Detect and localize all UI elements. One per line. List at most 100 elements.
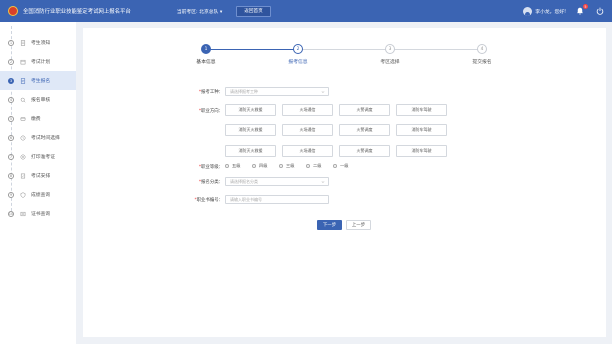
step-circle: 1 <box>201 44 211 54</box>
direction-option-button[interactable]: 火警调度 <box>339 124 390 136</box>
job-type-label: *报考工种： <box>198 90 223 95</box>
step-number: 3 <box>8 77 14 84</box>
score-icon <box>20 191 26 198</box>
direction-option-button[interactable]: 火警调度 <box>339 104 390 116</box>
calendar-icon <box>20 59 26 65</box>
review-icon <box>20 97 26 103</box>
clock-icon <box>20 135 26 141</box>
progress-step: 2 报考信息 <box>268 44 328 65</box>
step-number: 1 <box>8 39 14 46</box>
direction-option-button[interactable]: 火场通信 <box>282 124 333 136</box>
level-label-text: 三级 <box>286 163 295 168</box>
radio-circle-icon <box>279 164 283 168</box>
header-user-area: 李小龙，您好! 5 <box>523 0 604 22</box>
radio-circle-icon <box>252 164 256 168</box>
app-title: 全国消防行业职业技能鉴定考试网上报名平台 <box>23 9 131 15</box>
sidebar-item[interactable]: 2 考试计划 <box>0 52 76 71</box>
direction-option-button[interactable]: 火警调度 <box>339 145 390 157</box>
sidebar-item[interactable]: 6 考试时间选择 <box>0 128 76 147</box>
direction-option-button[interactable]: 消防车驾驶 <box>396 124 447 136</box>
level-label: *职业等级： <box>198 165 223 170</box>
sidebar-item[interactable]: 8 考试安排 <box>0 166 76 185</box>
direction-option-button[interactable]: 消防车驾驶 <box>396 104 447 116</box>
exam-site-selector[interactable]: 当前考区: 北京总队 ▾ <box>177 8 222 15</box>
radio-circle-icon <box>333 164 337 168</box>
direction-option-button[interactable]: 火场通信 <box>282 145 333 157</box>
step-number: 6 <box>8 134 14 141</box>
sidebar-item[interactable]: 5 缴费 <box>0 109 76 128</box>
chevron-down-icon <box>321 180 325 184</box>
direction-option-button[interactable]: 消防灭火救援 <box>225 124 276 136</box>
apply-type-select[interactable]: 请选择报名分类 <box>225 177 329 186</box>
sidebar-item-label: 报名审核 <box>31 98 51 103</box>
step-label: 提交报名 <box>472 60 492 65</box>
level-radio-option[interactable]: 四级 <box>252 163 267 169</box>
sidebar-item[interactable]: 4 报名审核 <box>0 90 76 109</box>
sidebar-item-label: 证书查询 <box>31 212 51 217</box>
level-radio-option[interactable]: 一级 <box>333 163 348 169</box>
main-card: 1 基本信息 2 报考信息 3 考区选择 4 提交报名 *报考工种： 请选择报考工种 *职业方… <box>83 28 606 337</box>
fee-icon <box>20 116 26 122</box>
progress-step: 1 基本信息 <box>176 44 236 65</box>
prev-step-button[interactable]: 上一步 <box>346 220 371 230</box>
sidebar-item-label: 打印准考证 <box>31 155 55 160</box>
sidebar-item-label: 考试时间选择 <box>31 136 60 141</box>
direction-option-button[interactable]: 消防车驾驶 <box>396 145 447 157</box>
sidebar-item[interactable]: 7 打印准考证 <box>0 147 76 166</box>
sidebar-item-label: 考生报名 <box>31 79 51 84</box>
level-label-text: 五级 <box>232 163 241 168</box>
certificate-icon <box>20 211 26 217</box>
sidebar-item[interactable]: 10 证书查询 <box>0 204 76 223</box>
sidebar-item-label: 成绩查询 <box>31 193 51 198</box>
step-number: 4 <box>8 96 14 103</box>
step-number: 10 <box>8 210 14 217</box>
step-number: 2 <box>8 58 14 65</box>
level-radio-option[interactable]: 三级 <box>279 163 294 169</box>
sidebar-item-label: 缴费 <box>31 117 41 122</box>
sidebar-item-label: 考试安排 <box>31 174 51 179</box>
progress-step: 4 提交报名 <box>452 44 512 65</box>
logout-icon[interactable] <box>596 7 604 15</box>
sidebar-item-label: 考生须知 <box>31 41 51 46</box>
user-greeting: 李小龙，您好! <box>535 9 566 15</box>
level-label-text: 一级 <box>340 163 349 168</box>
cert-number-input[interactable]: 请输入职业书编号 <box>225 195 329 204</box>
apply-type-label: *报名分类： <box>198 180 223 185</box>
progress-steps: 1 基本信息 2 报考信息 3 考区选择 4 提交报名 <box>83 44 606 74</box>
direction-option-button[interactable]: 消防灭火救援 <box>225 145 276 157</box>
form-icon <box>20 77 26 84</box>
step-circle: 2 <box>293 44 303 54</box>
level-radio-option[interactable]: 五级 <box>225 163 240 169</box>
top-header: 全国消防行业职业技能鉴定考试网上报名平台 当前考区: 北京总队 ▾ 返回首页 李… <box>0 0 612 22</box>
progress-step: 3 考区选择 <box>360 44 420 65</box>
back-home-button[interactable]: 返回首页 <box>236 5 271 17</box>
sidebar-item-label: 考试计划 <box>31 60 51 65</box>
notification-badge: 5 <box>583 4 588 9</box>
step-number: 9 <box>8 191 14 198</box>
sidebar-item[interactable]: 9 成绩查询 <box>0 185 76 204</box>
direction-label: *职业方向： <box>198 109 223 114</box>
avatar[interactable] <box>523 6 533 16</box>
radio-circle-icon <box>306 164 310 168</box>
step-circle: 4 <box>477 44 487 54</box>
level-label-text: 二级 <box>313 163 322 168</box>
job-type-select[interactable]: 请选择报考工种 <box>225 87 329 96</box>
bell-icon[interactable]: 5 <box>576 4 588 15</box>
step-label: 基本信息 <box>196 60 216 65</box>
next-step-button[interactable]: 下一步 <box>317 220 342 230</box>
sidebar-nav: 1 考生须知 2 考试计划 3 考生报名 4 报名审核 5 缴费 6 考试时间选择 7 打印准考证 8 考试安… <box>0 22 76 344</box>
sidebar-item[interactable]: 3 考生报名 <box>0 71 76 90</box>
step-number: 8 <box>8 172 14 179</box>
step-label: 报考信息 <box>288 60 308 65</box>
step-number: 7 <box>8 153 14 160</box>
cert-number-label: *职业书编号： <box>194 198 223 203</box>
schedule-icon <box>20 173 26 179</box>
step-circle: 3 <box>385 44 395 54</box>
direction-option-button[interactable]: 消防灭火救援 <box>225 104 276 116</box>
direction-option-button[interactable]: 火场通信 <box>282 104 333 116</box>
radio-circle-icon <box>225 164 229 168</box>
print-icon <box>20 154 26 160</box>
level-label-text: 四级 <box>259 163 268 168</box>
sidebar-item[interactable]: 1 考生须知 <box>0 33 76 52</box>
level-radio-option[interactable]: 二级 <box>306 163 321 169</box>
